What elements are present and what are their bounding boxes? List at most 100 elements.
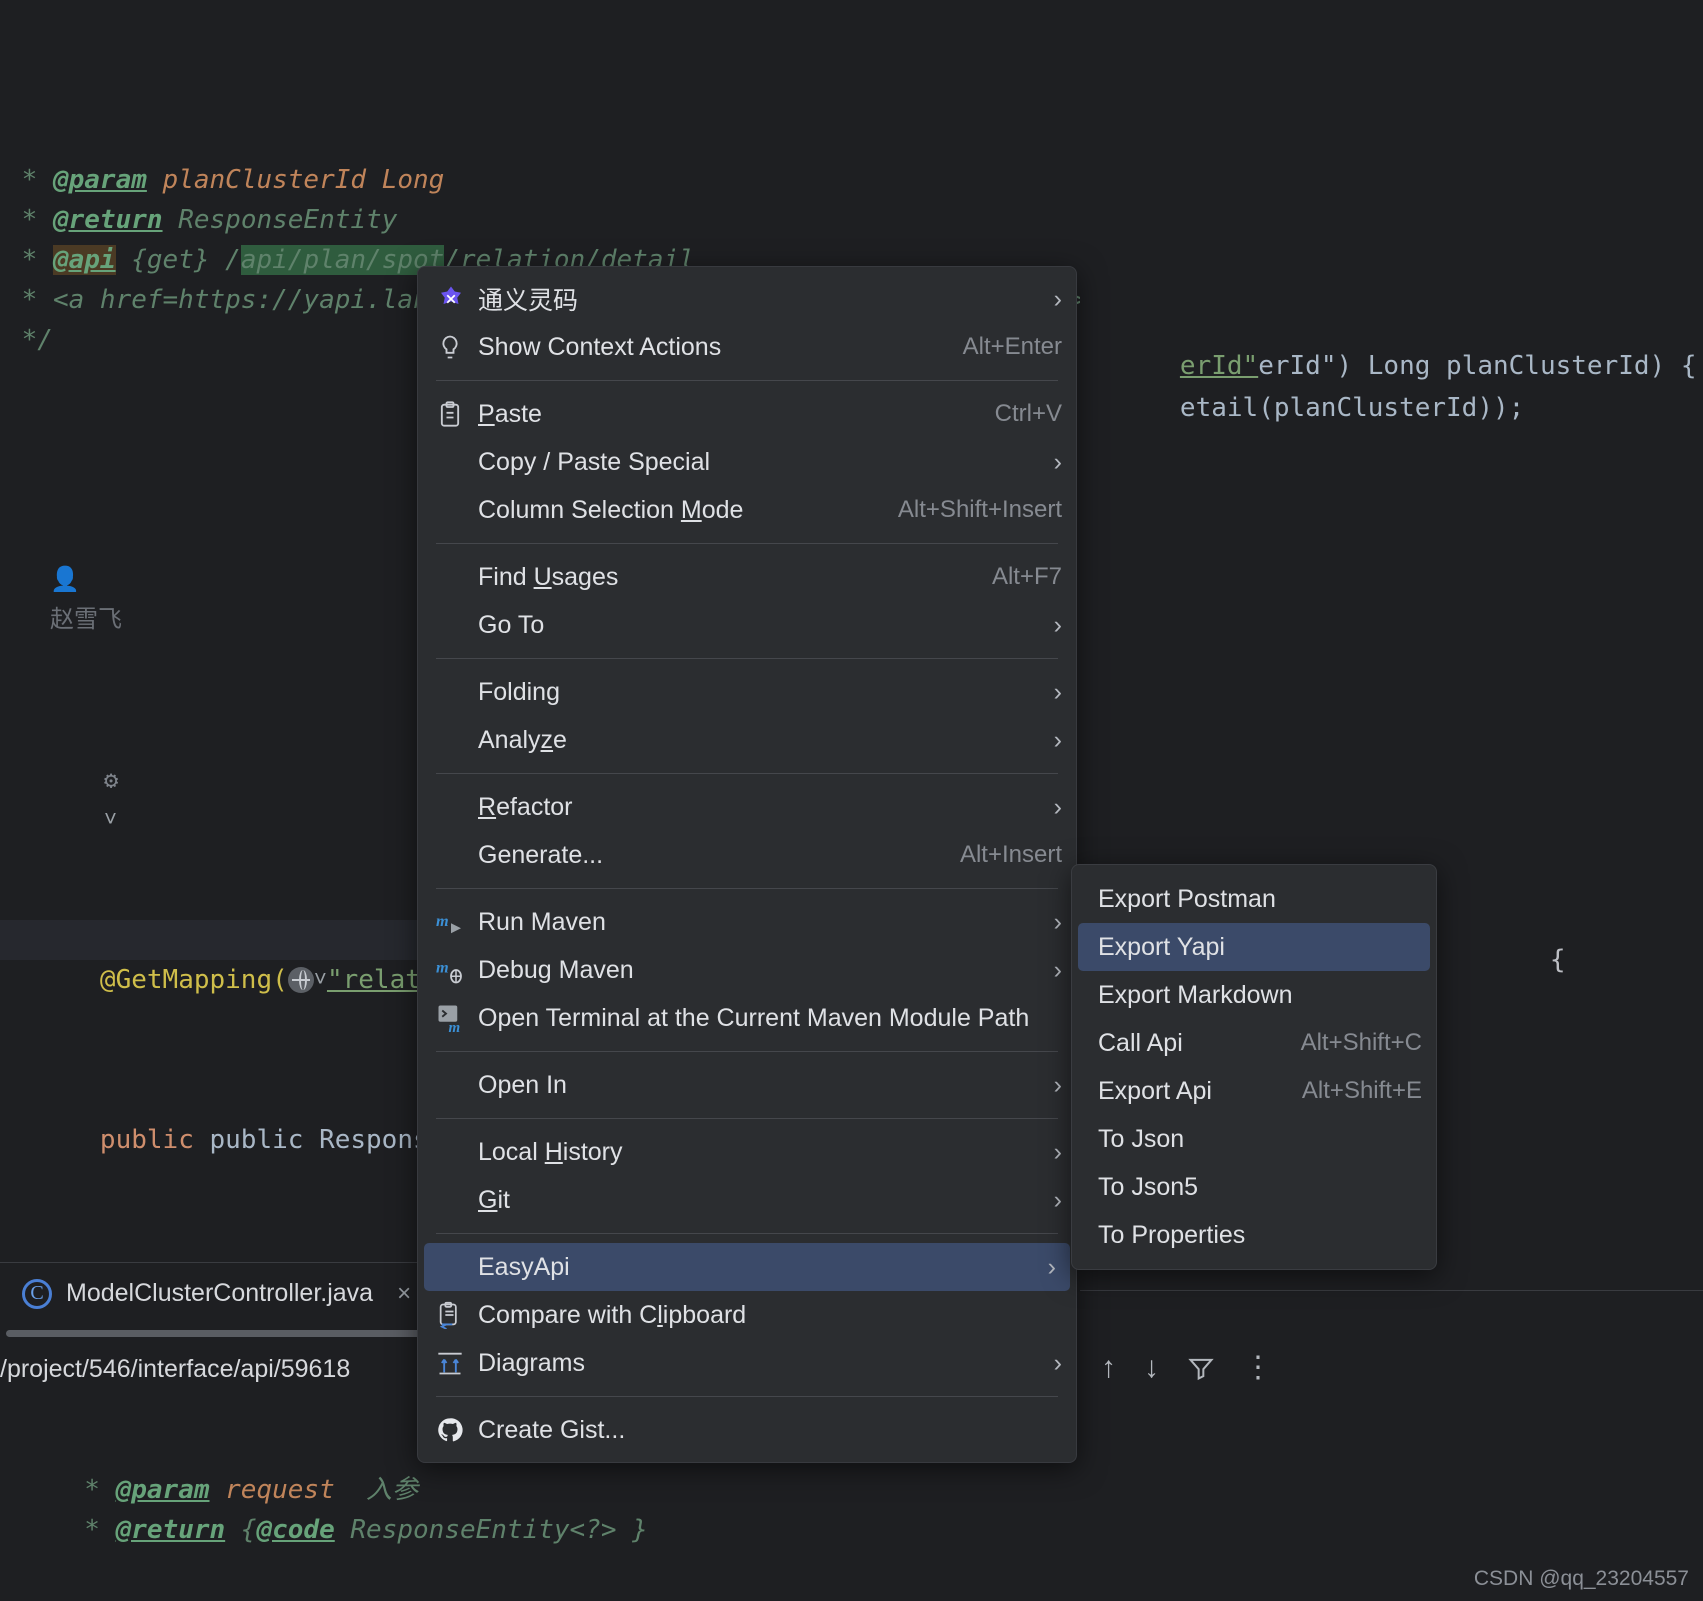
chevron-right-icon: › [1053, 955, 1062, 984]
submenu-item-label: To Properties [1098, 1220, 1246, 1249]
menu-item-generate[interactable]: Generate... Alt+Insert [418, 831, 1076, 879]
menu-item-label: Copy / Paste Special [478, 447, 711, 476]
menu-item-compare-with-clipboard[interactable]: Compare with Clipboard [418, 1291, 1076, 1339]
code-token: api/plan/spot [240, 245, 445, 275]
menu-separator [436, 888, 1058, 889]
code-line: * @return {@code ResponseEntity<?> } [0, 1510, 1090, 1550]
chevron-down-icon[interactable]: ˅ [314, 967, 327, 992]
submenu-item-label: To Json5 [1098, 1172, 1199, 1201]
menu-item-label: Column Selection Mode [478, 495, 744, 524]
menu-item-diagrams[interactable]: Diagrams › [418, 1339, 1076, 1387]
chevron-right-icon: › [1053, 677, 1062, 706]
tab-filename[interactable]: ModelClusterController.java [66, 1279, 373, 1308]
menu-item-find-usages[interactable]: Find Usages Alt+F7 [418, 553, 1076, 601]
submenu-item-export-markdown[interactable]: Export Markdown [1072, 971, 1436, 1019]
submenu-item-export-postman[interactable]: Export Postman [1072, 875, 1436, 923]
maven-run-icon: m [436, 907, 478, 937]
menu-item-refactor[interactable]: Refactor › [418, 783, 1076, 831]
menu-item-label: Create Gist... [478, 1415, 626, 1444]
menu-separator [436, 1396, 1058, 1397]
chevron-right-icon: › [1053, 447, 1062, 476]
code-line: * @param request 入参 [0, 1470, 1090, 1510]
menu-item-create-gist[interactable]: Create Gist... [418, 1406, 1076, 1454]
web-globe-icon[interactable] [287, 967, 314, 993]
status-url-text: /project/546/interface/api/59618 [0, 1340, 430, 1398]
easyapi-submenu[interactable]: Export Postman Export Yapi Export Markdown… [1071, 864, 1437, 1270]
code-token: @return [115, 1515, 226, 1545]
arrow-up-icon[interactable]: ↑ [1101, 1351, 1116, 1385]
submenu-item-call-api[interactable]: Call Api Alt+Shift+C [1072, 1019, 1436, 1067]
menu-item-label: Refactor [478, 792, 573, 821]
code-token: */ [6, 325, 53, 355]
menu-item-label: Generate... [478, 840, 604, 869]
github-icon [436, 1416, 478, 1444]
menu-item-label: EasyApi [478, 1252, 570, 1281]
code-token: @param [52, 165, 147, 195]
menu-item-label: Diagrams [478, 1348, 585, 1377]
ide-window: * @param planClusterId Long * @return Re… [0, 0, 1703, 1601]
horizontal-scrollbar[interactable] [6, 1330, 426, 1337]
menu-item-label: Go To [478, 610, 545, 639]
editor-context-menu[interactable]: 通义灵码 › Show Context Actions Alt+Enter Paste C… [417, 266, 1077, 1463]
tongyi-lingma-icon [436, 284, 478, 314]
menu-item-easyapi[interactable]: EasyApi › [424, 1243, 1070, 1291]
editor-tab-strip[interactable]: C ModelClusterController.java × [0, 1262, 430, 1324]
menu-item-open-terminal-at-the-current-maven-module-path[interactable]: m Open Terminal at the Current Maven Modu… [418, 994, 1076, 1042]
submenu-item-label: To Json [1098, 1124, 1185, 1153]
submenu-item-label: Export Yapi [1098, 932, 1225, 961]
menu-item-paste[interactable]: Paste Ctrl+V [418, 390, 1076, 438]
watermark-text: CSDN @qq_23204557 [1473, 1567, 1689, 1590]
chevron-right-icon: › [1047, 1252, 1056, 1281]
menu-item-shortcut: Alt+Shift+Insert [897, 496, 1062, 523]
clipboard-icon [436, 400, 478, 428]
menu-item-folding[interactable]: Folding › [418, 668, 1076, 716]
code-token: { [225, 1515, 257, 1545]
menu-item-label: Paste [478, 399, 542, 428]
menu-item-local-history[interactable]: Local History › [418, 1128, 1076, 1176]
code-token: @code [256, 1515, 335, 1545]
submenu-item-to-json5[interactable]: To Json5 [1072, 1163, 1436, 1211]
submenu-item-export-api[interactable]: Export Api Alt+Shift+E [1072, 1067, 1436, 1115]
code-token: * [6, 245, 53, 275]
menu-item-column-selection-mode[interactable]: Column Selection Mode Alt+Shift+Insert [418, 486, 1076, 534]
author-name-1: 赵雪飞 [50, 606, 123, 633]
code-token: request [225, 1475, 335, 1505]
chevron-right-icon: › [1053, 1137, 1062, 1166]
menu-item-show-context-actions[interactable]: Show Context Actions Alt+Enter [418, 323, 1076, 371]
svg-text:m: m [449, 1020, 461, 1033]
submenu-item-label: Export Postman [1098, 884, 1276, 913]
menu-item-copy-paste-special[interactable]: Copy / Paste Special › [418, 438, 1076, 486]
panel-toolbar-icons[interactable]: ↑ ↓ ⋮ [1101, 1351, 1273, 1385]
submenu-item-to-json[interactable]: To Json [1072, 1115, 1436, 1163]
menu-item-analyze[interactable]: Analyze › [418, 716, 1076, 764]
menu-item-debug-maven[interactable]: m Debug Maven › [418, 946, 1076, 994]
menu-item-shortcut: Alt+F7 [991, 563, 1062, 590]
code-token: @api [52, 245, 116, 275]
menu-item-open-in[interactable]: Open In › [418, 1061, 1076, 1109]
menu-separator [436, 1118, 1058, 1119]
menu-item-go-to[interactable]: Go To › [418, 601, 1076, 649]
menu-item-run-maven[interactable]: m Run Maven › [418, 898, 1076, 946]
code-token: {get} / [115, 245, 241, 275]
bottom-panel: ↑ ↓ ⋮ [1080, 1290, 1703, 1450]
menu-item-shortcut: Alt+Insert [959, 841, 1062, 868]
more-options-icon[interactable]: ⋮ [1243, 1353, 1273, 1383]
close-icon[interactable]: × [397, 1280, 411, 1308]
chevron-right-icon: › [1053, 1348, 1062, 1377]
code-token: 入参 [334, 1475, 419, 1505]
arrow-down-icon[interactable]: ↓ [1144, 1351, 1159, 1385]
filter-icon[interactable] [1187, 1354, 1215, 1382]
maven-debug-icon: m [436, 955, 478, 985]
chevron-down-icon[interactable]: ˅ [104, 807, 117, 832]
menu-item-[interactable]: 通义灵码 › [418, 275, 1076, 323]
menu-item-git[interactable]: Git › [418, 1176, 1076, 1224]
spring-bean-icon[interactable]: ⚙ [104, 766, 118, 794]
menu-separator [436, 658, 1058, 659]
submenu-item-to-properties[interactable]: To Properties [1072, 1211, 1436, 1259]
chevron-right-icon: › [1053, 1070, 1062, 1099]
url-label: /project/546/interface/api/59618 [0, 1354, 351, 1383]
submenu-item-label: Export Markdown [1098, 980, 1293, 1009]
svg-text:m: m [436, 959, 449, 977]
submenu-item-export-yapi[interactable]: Export Yapi [1078, 923, 1430, 971]
